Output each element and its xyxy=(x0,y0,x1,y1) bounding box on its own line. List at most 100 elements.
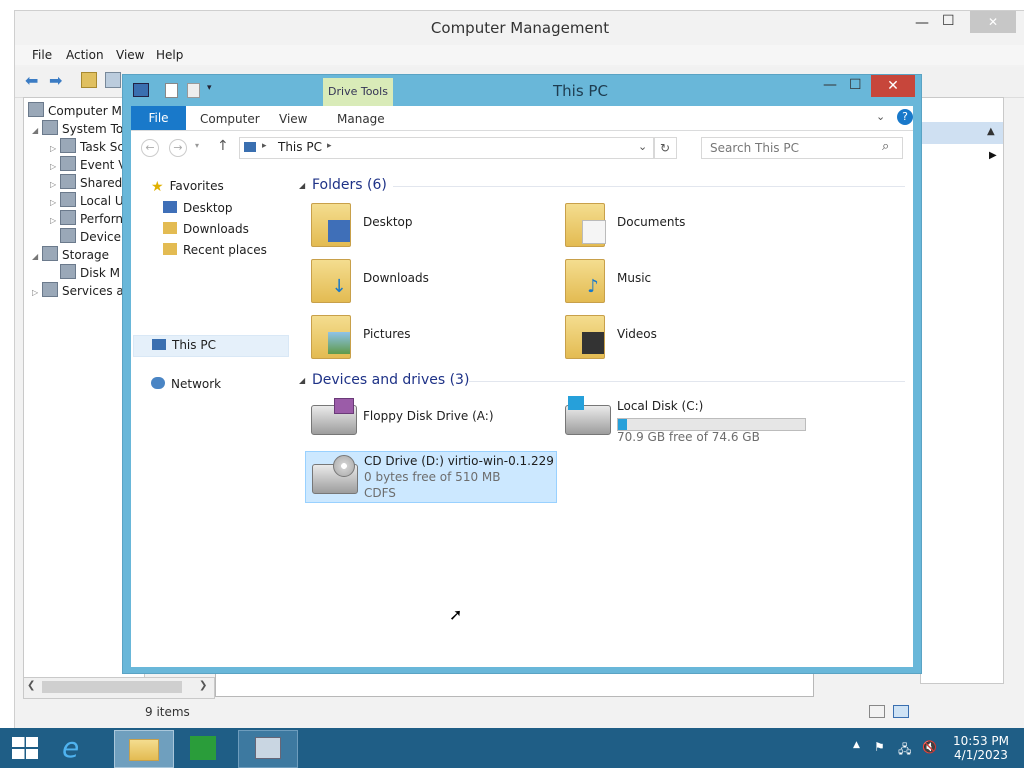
folder-pictures[interactable]: Pictures xyxy=(305,311,555,361)
tree-item-shared-folders[interactable]: ▷ Shared xyxy=(50,174,122,190)
users-icon xyxy=(60,192,76,207)
taskbar-store[interactable] xyxy=(176,730,234,766)
taskbar-computer-management[interactable] xyxy=(238,730,298,768)
expand-arrow-icon[interactable]: ▷ xyxy=(32,288,42,297)
nav-network[interactable]: Network xyxy=(151,377,221,391)
refresh-icon[interactable]: ↻ xyxy=(653,137,677,159)
drive-label: Local Disk (C:) xyxy=(617,399,704,413)
tab-manage[interactable]: Manage xyxy=(337,112,385,126)
nav-this-pc[interactable]: This PC xyxy=(133,335,289,357)
drive-label: CD Drive (D:) virtio-win-0.1.229 xyxy=(364,454,554,468)
folder-music[interactable]: ♪ Music xyxy=(559,255,809,305)
drive-cd-d[interactable]: CD Drive (D:) virtio-win-0.1.229 0 bytes… xyxy=(305,451,557,503)
cm-maximize-button[interactable]: ☐ xyxy=(942,13,955,29)
properties-icon[interactable] xyxy=(165,83,178,98)
menu-view[interactable]: View xyxy=(116,48,144,62)
action-center-flag-icon[interactable]: ⚑ xyxy=(874,740,885,754)
close-button[interactable]: ✕ xyxy=(871,75,915,97)
address-dropdown-icon[interactable]: ⌄ xyxy=(638,140,647,153)
console-tree-icon[interactable] xyxy=(105,72,121,88)
expand-arrow-icon[interactable]: ▷ xyxy=(50,144,60,153)
volume-muted-icon[interactable]: 🔇 xyxy=(922,740,937,754)
cm-minimize-button[interactable]: — xyxy=(915,15,929,31)
nav-recent-places[interactable]: Recent places xyxy=(163,243,267,257)
menu-help[interactable]: Help xyxy=(156,48,183,62)
tab-file[interactable]: File xyxy=(131,106,186,130)
more-actions-arrow-icon[interactable]: ▶ xyxy=(989,150,997,161)
event-viewer-icon xyxy=(60,156,76,171)
forward-arrow-icon[interactable]: ➡ xyxy=(49,71,62,90)
system-clock[interactable]: 10:53 PM 4/1/2023 xyxy=(948,734,1014,762)
expand-arrow-icon[interactable]: ▷ xyxy=(50,216,60,225)
tree-item-computer-management[interactable]: Computer Ma xyxy=(28,102,129,118)
drive-local-c[interactable]: Local Disk (C:) 70.9 GB free of 74.6 GB xyxy=(559,393,809,449)
cm-close-button[interactable]: ✕ xyxy=(970,11,1016,33)
details-view-icon[interactable] xyxy=(869,705,885,718)
cm-horizontal-scrollbar[interactable]: ❮ ❯ xyxy=(23,677,215,699)
tab-view[interactable]: View xyxy=(279,112,307,126)
this-pc-icon xyxy=(244,142,256,152)
folder-documents[interactable]: Documents xyxy=(559,199,809,249)
menu-action[interactable]: Action xyxy=(66,48,104,62)
folder-videos[interactable]: Videos xyxy=(559,311,809,361)
drive-label: Floppy Disk Drive (A:) xyxy=(363,409,494,423)
recent-locations-icon[interactable]: ▾ xyxy=(195,141,199,150)
taskbar-internet-explorer[interactable]: e xyxy=(50,730,108,766)
search-input[interactable]: Search This PC ⌕ xyxy=(701,137,903,159)
scroll-right-icon[interactable]: ❯ xyxy=(199,680,207,691)
drives-section-header[interactable]: Devices and drives (3) xyxy=(312,372,469,388)
breadcrumb-chevron-icon[interactable]: ▸ xyxy=(327,141,332,151)
menu-file[interactable]: File xyxy=(32,48,52,62)
up-folder-icon[interactable] xyxy=(81,72,97,88)
collapse-arrow-icon[interactable]: ◢ xyxy=(32,126,42,135)
drive-floppy[interactable]: Floppy Disk Drive (A:) xyxy=(305,393,555,443)
tree-item-local-users[interactable]: ▷ Local U xyxy=(50,192,124,208)
minimize-button[interactable]: — xyxy=(823,77,837,93)
tree-item-system-tools[interactable]: ◢ System To xyxy=(32,120,123,136)
help-icon[interactable]: ? xyxy=(897,109,913,125)
tab-computer[interactable]: Computer xyxy=(200,112,260,126)
expand-arrow-icon[interactable]: ▷ xyxy=(50,180,60,189)
tree-item-disk-management[interactable]: Disk M xyxy=(60,264,120,280)
tree-item-task-scheduler[interactable]: ▷ Task Sc xyxy=(50,138,124,154)
show-hidden-icons-icon[interactable]: ▲ xyxy=(853,740,860,750)
folder-desktop[interactable]: Desktop xyxy=(305,199,555,249)
up-arrow-icon[interactable]: ↑ xyxy=(217,138,229,154)
nav-favorites[interactable]: ★ Favorites xyxy=(151,179,224,195)
nav-label: Recent places xyxy=(183,243,267,257)
folders-section-header[interactable]: Folders (6) xyxy=(312,177,387,193)
maximize-button[interactable]: ☐ xyxy=(849,77,862,93)
address-bar[interactable]: ▸ This PC ▸ ⌄ xyxy=(239,137,655,159)
collapse-folders-icon[interactable]: ◢ xyxy=(299,181,305,190)
collapse-drives-icon[interactable]: ◢ xyxy=(299,376,305,385)
customize-toolbar-icon[interactable]: ▾ xyxy=(207,83,212,93)
back-arrow-icon[interactable]: ← xyxy=(141,139,159,157)
back-arrow-icon[interactable]: ⬅ xyxy=(25,71,38,90)
forward-arrow-icon[interactable]: → xyxy=(169,139,187,157)
large-icons-view-icon[interactable] xyxy=(893,705,909,718)
tree-item-event-viewer[interactable]: ▷ Event V xyxy=(50,156,126,172)
taskbar-file-explorer[interactable] xyxy=(114,730,174,768)
nav-downloads[interactable]: Downloads xyxy=(163,222,249,236)
tree-item-storage[interactable]: ◢ Storage xyxy=(32,246,109,262)
tree-item-device-manager[interactable]: Device xyxy=(60,228,121,244)
expand-arrow-icon[interactable]: ▷ xyxy=(50,162,60,171)
tree-label: Perforn xyxy=(80,212,124,226)
expand-arrow-icon[interactable]: ▷ xyxy=(50,198,60,207)
scroll-thumb[interactable] xyxy=(42,681,182,693)
downloads-folder-icon: ↓ xyxy=(311,259,351,303)
new-folder-icon[interactable] xyxy=(187,83,200,98)
breadcrumb-chevron-icon[interactable]: ▸ xyxy=(262,141,267,151)
nav-desktop[interactable]: Desktop xyxy=(163,201,233,215)
collapse-up-icon[interactable]: ▲ xyxy=(987,126,995,137)
collapse-arrow-icon[interactable]: ◢ xyxy=(32,252,42,261)
tree-item-services[interactable]: ▷ Services ar xyxy=(32,282,129,298)
desktop-icon xyxy=(163,201,177,213)
scroll-left-icon[interactable]: ❮ xyxy=(27,680,35,691)
search-icon[interactable]: ⌕ xyxy=(882,139,889,154)
expand-ribbon-icon[interactable]: ⌄ xyxy=(876,110,885,123)
tree-item-performance[interactable]: ▷ Perforn xyxy=(50,210,123,226)
address-text[interactable]: This PC xyxy=(278,140,322,154)
network-icon[interactable]: 🖧 xyxy=(898,740,911,761)
folder-downloads[interactable]: ↓ Downloads xyxy=(305,255,555,305)
